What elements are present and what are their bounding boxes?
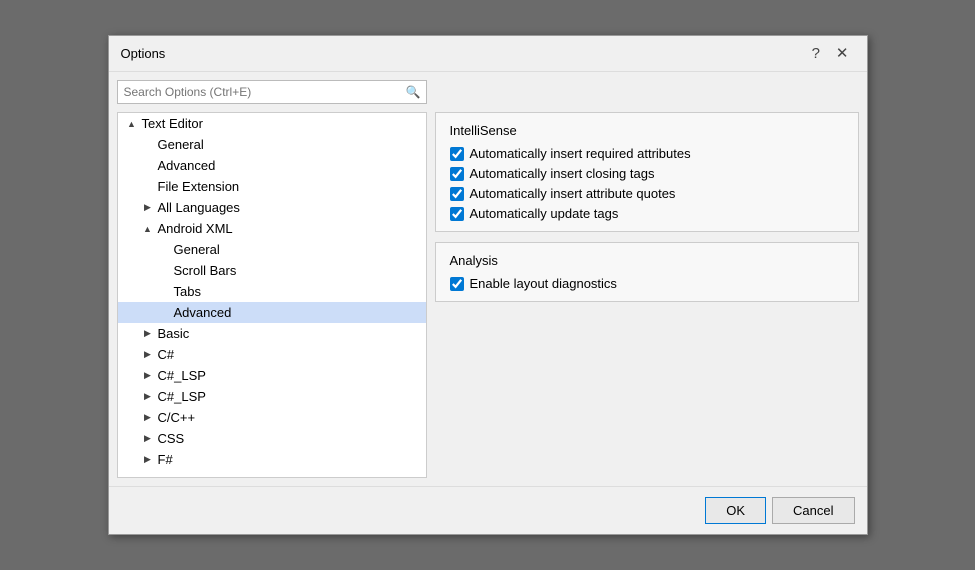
tree-label-general2: General: [174, 242, 220, 257]
close-button[interactable]: ✕: [830, 44, 855, 63]
checkbox-row-auto-insert-closing: Automatically insert closing tags: [450, 166, 844, 181]
tree-item-fsharp[interactable]: ▶ F#: [118, 449, 426, 470]
options-dialog: Options ? ✕ 🔍 ▲ Text Editor General Advance…: [108, 35, 868, 535]
dialog-title: Options: [121, 46, 166, 61]
tree-item-cpp[interactable]: ▶ C/C++: [118, 407, 426, 428]
tree-item-file-ext[interactable]: File Extension: [118, 176, 426, 197]
tree-label-cpp: C/C++: [158, 410, 196, 425]
right-panel: IntelliSense Automatically insert requir…: [435, 112, 859, 478]
dialog-body: 🔍 ▲ Text Editor General Advanced File Extens…: [109, 72, 867, 486]
title-bar-left: Options: [121, 46, 166, 61]
tree-arrow-cpp: ▶: [142, 412, 154, 423]
tree-label-scroll-bars: Scroll Bars: [174, 263, 237, 278]
main-content: ▲ Text Editor General Advanced File Extensio…: [117, 112, 859, 478]
tree-item-css[interactable]: ▶ CSS: [118, 428, 426, 449]
tree-item-basic[interactable]: ▶ Basic: [118, 323, 426, 344]
analysis-title: Analysis: [450, 253, 844, 268]
tree-label-android-xml: Android XML: [158, 221, 233, 236]
tree-item-advanced[interactable]: Advanced: [118, 302, 426, 323]
checkbox-auto-update-tags[interactable]: [450, 207, 464, 221]
ok-button[interactable]: OK: [705, 497, 766, 524]
search-wrapper: 🔍: [117, 80, 427, 104]
tree-label-advanced: Advanced: [174, 305, 232, 320]
tree-label-csharp: C#: [158, 347, 175, 362]
tree-item-all-languages[interactable]: ▶ All Languages: [118, 197, 426, 218]
checkbox-row-auto-update-tags: Automatically update tags: [450, 206, 844, 221]
checkbox-auto-insert-closing[interactable]: [450, 167, 464, 181]
checkbox-auto-insert-quotes[interactable]: [450, 187, 464, 201]
tree-item-general2[interactable]: General: [118, 239, 426, 260]
tree-item-tabs[interactable]: Tabs: [118, 281, 426, 302]
tree-label-tabs: Tabs: [174, 284, 201, 299]
tree-item-general[interactable]: General: [118, 134, 426, 155]
help-button[interactable]: ?: [806, 44, 826, 63]
tree-arrow-csharp: ▶: [142, 349, 154, 360]
tree-item-csharp-lsp1[interactable]: ▶ C#_LSP: [118, 365, 426, 386]
tree-arrow-basic: ▶: [142, 328, 154, 339]
tree-label-basic: Basic: [158, 326, 190, 341]
dialog-footer: OK Cancel: [109, 486, 867, 534]
tree-label-css: CSS: [158, 431, 185, 446]
tree-label-advanced-te: Advanced: [158, 158, 216, 173]
title-bar-right: ? ✕: [806, 44, 855, 63]
tree-label-text-editor: Text Editor: [142, 116, 203, 131]
tree-arrow-text-editor: ▲: [126, 119, 138, 129]
tree-label-file-ext: File Extension: [158, 179, 240, 194]
analysis-section: Analysis Enable layout diagnostics: [435, 242, 859, 302]
checkbox-auto-insert-attrs[interactable]: [450, 147, 464, 161]
tree-item-android-xml[interactable]: ▲ Android XML: [118, 218, 426, 239]
tree-label-general: General: [158, 137, 204, 152]
checkbox-label-auto-update-tags: Automatically update tags: [470, 206, 619, 221]
search-input[interactable]: [117, 80, 427, 104]
checkbox-row-auto-insert-quotes: Automatically insert attribute quotes: [450, 186, 844, 201]
tree-item-csharp-lsp2[interactable]: ▶ C#_LSP: [118, 386, 426, 407]
tree-item-scroll-bars[interactable]: Scroll Bars: [118, 260, 426, 281]
tree-item-text-editor[interactable]: ▲ Text Editor: [118, 113, 426, 134]
checkbox-enable-layout-diag[interactable]: [450, 277, 464, 291]
cancel-button[interactable]: Cancel: [772, 497, 854, 524]
tree-arrow-csharp-lsp2: ▶: [142, 391, 154, 402]
checkbox-label-auto-insert-quotes: Automatically insert attribute quotes: [470, 186, 676, 201]
tree-arrow-all-languages: ▶: [142, 202, 154, 213]
tree-arrow-css: ▶: [142, 433, 154, 444]
tree-label-csharp-lsp2: C#_LSP: [158, 389, 206, 404]
tree-label-csharp-lsp1: C#_LSP: [158, 368, 206, 383]
title-bar: Options ? ✕: [109, 36, 867, 72]
checkbox-row-enable-layout-diag: Enable layout diagnostics: [450, 276, 844, 291]
checkbox-label-auto-insert-closing: Automatically insert closing tags: [470, 166, 655, 181]
tree-arrow-csharp-lsp1: ▶: [142, 370, 154, 381]
tree-arrow-fsharp: ▶: [142, 454, 154, 465]
tree-item-advanced-te[interactable]: Advanced: [118, 155, 426, 176]
intellisense-title: IntelliSense: [450, 123, 844, 138]
checkbox-label-auto-insert-attrs: Automatically insert required attributes: [470, 146, 691, 161]
checkbox-row-auto-insert-attrs: Automatically insert required attributes: [450, 146, 844, 161]
tree-panel: ▲ Text Editor General Advanced File Extensio…: [117, 112, 427, 478]
intellisense-section: IntelliSense Automatically insert requir…: [435, 112, 859, 232]
tree-item-csharp[interactable]: ▶ C#: [118, 344, 426, 365]
tree-arrow-android-xml: ▲: [142, 224, 154, 234]
tree-label-all-languages: All Languages: [158, 200, 240, 215]
tree-label-fsharp: F#: [158, 452, 173, 467]
checkbox-label-enable-layout-diag: Enable layout diagnostics: [470, 276, 617, 291]
